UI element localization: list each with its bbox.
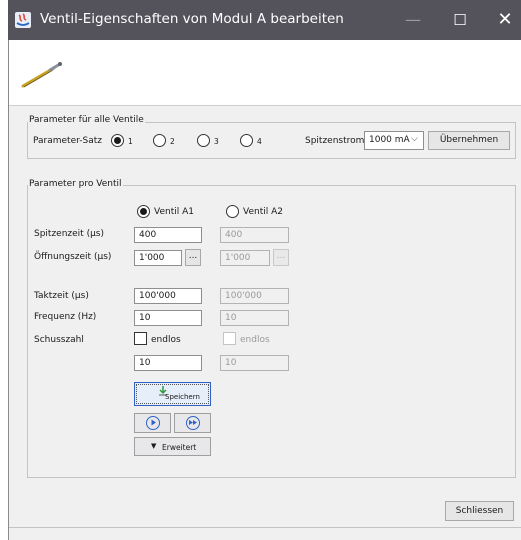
endless-a2-label: endlos xyxy=(240,335,270,345)
param-set-radio-1[interactable] xyxy=(111,134,124,147)
close-window-button[interactable]: ✕ xyxy=(485,0,521,40)
play-continuous-button[interactable] xyxy=(174,413,211,433)
peak-current-label: Spitzenstrom xyxy=(305,136,365,146)
play-icon xyxy=(146,416,160,430)
open-time-a2-input: 1'000 xyxy=(220,250,270,266)
valve-a1-radio[interactable] xyxy=(137,205,150,218)
endless-a2-checkbox xyxy=(223,332,236,345)
open-time-a1-input[interactable]: 1'000 xyxy=(134,250,182,266)
valve-a2-radio[interactable] xyxy=(226,205,239,218)
fast-forward-icon xyxy=(186,416,200,430)
param-set-label: Parameter-Satz xyxy=(33,136,102,146)
param-set-radio-1-label: 1 xyxy=(128,137,133,146)
param-set-radio-2[interactable] xyxy=(153,134,166,147)
group-per-valve-title: Parameter pro Ventil xyxy=(28,179,123,189)
triangle-down-icon: ▼ xyxy=(151,442,157,450)
play-single-button[interactable] xyxy=(134,413,171,433)
open-time-a2-ellipsis-button: ... xyxy=(273,249,289,266)
maximize-button[interactable]: ☐ xyxy=(440,0,480,40)
cycle-time-a1-input[interactable]: 100'000 xyxy=(134,288,202,304)
header-panel xyxy=(9,40,521,106)
expand-advanced-label: Erweitert xyxy=(162,443,197,452)
param-set-radio-3-label: 3 xyxy=(214,137,219,146)
cycle-time-label: Taktzeit (µs) xyxy=(34,291,89,301)
valve-a1-label: Ventil A1 xyxy=(154,207,194,217)
param-set-radio-3[interactable] xyxy=(197,134,210,147)
shot-count-label: Schusszahl xyxy=(34,335,84,345)
open-time-label: Öffnungszeit (µs) xyxy=(34,252,112,262)
expand-advanced-button[interactable]: ▼ Erweitert xyxy=(134,437,211,456)
param-set-radio-2-label: 2 xyxy=(170,137,175,146)
valve-picture-icon xyxy=(20,60,64,90)
endless-a1-checkbox[interactable] xyxy=(134,332,147,345)
apply-button[interactable]: Übernehmen xyxy=(428,131,510,150)
shot-count-a1-input[interactable]: 10 xyxy=(134,355,202,371)
peak-time-a1-input[interactable]: 400 xyxy=(134,227,202,243)
save-button[interactable]: Speichern xyxy=(134,382,211,406)
valve-a2-label: Ventil A2 xyxy=(243,207,283,217)
window-title: Ventil-Eigenschaften von Modul A bearbei… xyxy=(40,11,344,27)
frequency-a1-input[interactable]: 10 xyxy=(134,310,202,326)
bottom-border xyxy=(9,527,521,528)
java-app-icon xyxy=(14,11,32,29)
header-separator xyxy=(9,105,521,106)
peak-time-label: Spitzenzeit (µs) xyxy=(34,229,105,239)
endless-a1-label: endlos xyxy=(151,335,181,345)
open-time-a1-ellipsis-button[interactable]: ... xyxy=(185,249,201,266)
close-dialog-button[interactable]: Schliessen xyxy=(445,501,514,521)
shot-count-a2-input: 10 xyxy=(220,355,289,371)
peak-current-select[interactable]: 1000 mA ⌵ xyxy=(364,131,424,150)
group-all-valves-title: Parameter für alle Ventile xyxy=(28,115,145,125)
param-set-radio-4-label: 4 xyxy=(257,137,262,146)
cycle-time-a2-input: 100'000 xyxy=(220,288,289,304)
frequency-label: Frequenz (Hz) xyxy=(34,312,97,322)
minimize-button[interactable]: — xyxy=(393,0,433,40)
save-label: Speichern xyxy=(165,393,200,401)
frequency-a2-input: 10 xyxy=(220,310,289,326)
peak-time-a2-input: 400 xyxy=(220,227,289,243)
chevron-down-icon: ⌵ xyxy=(411,134,418,144)
param-set-radio-4[interactable] xyxy=(240,134,253,147)
peak-current-value: 1000 mA xyxy=(369,135,410,145)
